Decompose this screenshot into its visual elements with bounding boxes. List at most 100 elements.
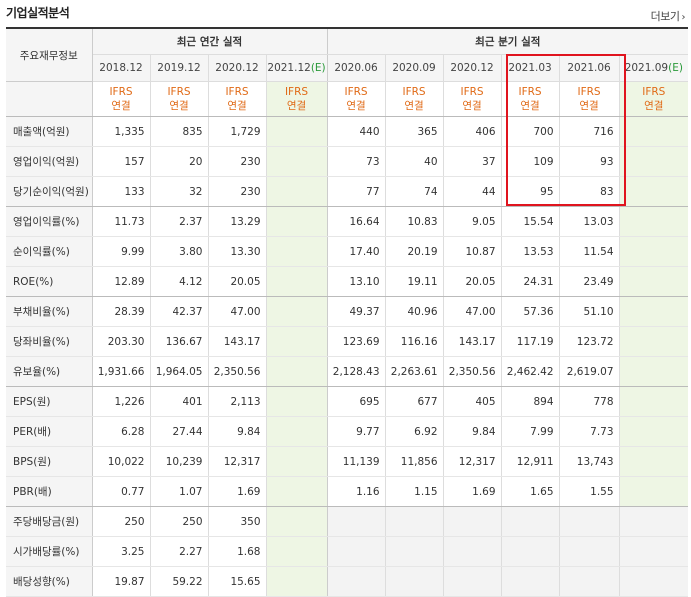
period-label: 2021.03 xyxy=(508,62,552,74)
period-label: 2021.12 xyxy=(267,62,311,74)
table-cell: 695 xyxy=(327,386,386,417)
table-cell: 406 xyxy=(443,116,502,147)
ifrs-cell: IFRS 연결 xyxy=(92,81,151,117)
table-cell: 24.31 xyxy=(501,266,560,297)
consolidated-label: 연결 xyxy=(520,100,540,112)
table-cell xyxy=(619,506,689,537)
ifrs-cell: IFRS 연결 xyxy=(150,81,209,117)
table-cell xyxy=(266,566,328,597)
table-row: 주당배당금(원) 250 250 350 xyxy=(6,506,689,537)
table-row: EPS(원) 1,226 401 2,113 695 677 405 894 778 xyxy=(6,386,689,417)
table-cell: 230 xyxy=(208,176,267,207)
table-cell: 1.16 xyxy=(327,476,386,507)
table-cell xyxy=(619,536,689,567)
table-cell: 350 xyxy=(208,506,267,537)
table-cell xyxy=(266,536,328,567)
table-cell: 93 xyxy=(559,146,620,177)
more-link[interactable]: 더보기 › xyxy=(651,8,686,24)
table-cell xyxy=(619,176,689,207)
table-cell xyxy=(266,356,328,387)
table-cell: 700 xyxy=(501,116,560,147)
table-cell: 40 xyxy=(385,146,444,177)
ifrs-label: IFRS xyxy=(577,86,601,98)
table-cell: 778 xyxy=(559,386,620,417)
row-label: PBR(배) xyxy=(6,476,93,507)
ifrs-row-label xyxy=(6,81,93,117)
table-cell: 13.53 xyxy=(501,236,560,267)
table-cell: 0.77 xyxy=(92,476,151,507)
period-label: 2021.06 xyxy=(567,62,611,74)
table-cell: 117.19 xyxy=(501,326,560,357)
ifrs-cell: IFRS 연결 xyxy=(619,81,689,117)
table-cell: 1.07 xyxy=(150,476,209,507)
table-cell: 1.55 xyxy=(559,476,620,507)
table-cell xyxy=(266,266,328,297)
table-cell xyxy=(266,476,328,507)
table-row: PER(배) 6.28 27.44 9.84 9.77 6.92 9.84 7.99 7.73 xyxy=(6,416,689,447)
financial-table-wrapper: 주요재무정보 최근 연간 실적 최근 분기 실적 2018.12 2019.12 2… xyxy=(6,27,689,597)
ifrs-cell: IFRS 연결 xyxy=(266,81,328,117)
table-cell xyxy=(385,506,444,537)
table-cell: 74 xyxy=(385,176,444,207)
table-cell: 44 xyxy=(443,176,502,207)
table-cell: 2,350.56 xyxy=(443,356,502,387)
ifrs-cell: IFRS 연결 xyxy=(327,81,386,117)
chevron-right-icon: › xyxy=(681,12,686,23)
table-cell: 716 xyxy=(559,116,620,147)
table-cell xyxy=(266,416,328,447)
table-row: 매출액(억원) 1,335 835 1,729 440 365 406 700 716 xyxy=(6,116,689,147)
period-label: 2020.09 xyxy=(392,62,436,74)
table-row: 당좌비율(%) 203.30 136.67 143.17 123.69 116.16 143… xyxy=(6,326,689,357)
table-cell: 9.84 xyxy=(208,416,267,447)
table-cell: 20.05 xyxy=(443,266,502,297)
ifrs-label: IFRS xyxy=(167,86,191,98)
table-cell xyxy=(619,146,689,177)
table-cell xyxy=(619,326,689,357)
period-header-quarterly-2021.06: 2021.06 xyxy=(559,54,620,82)
table-cell: 47.00 xyxy=(443,296,502,327)
table-cell: 12.89 xyxy=(92,266,151,297)
period-header-row: 2018.12 2019.12 2020.12 2021.12(E) 2020.06 20… xyxy=(6,54,689,82)
consolidated-label: 연결 xyxy=(346,100,366,112)
ifrs-cell: IFRS 연결 xyxy=(501,81,560,117)
table-cell: 12,317 xyxy=(208,446,267,477)
table-cell: 4.12 xyxy=(150,266,209,297)
table-cell: 13.30 xyxy=(208,236,267,267)
table-cell xyxy=(619,236,689,267)
table-cell: 10,022 xyxy=(92,446,151,477)
table-cell: 1.69 xyxy=(208,476,267,507)
period-label: 2019.12 xyxy=(157,62,201,74)
table-cell: 405 xyxy=(443,386,502,417)
ifrs-label: IFRS xyxy=(460,86,484,98)
row-label: 영업이익(억원) xyxy=(6,146,93,177)
table-cell: 3.25 xyxy=(92,536,151,567)
ifrs-row: IFRS 연결 IFRS 연결 IFRS 연결 IFRS 연결 IFRS 연결 IFRS 연결 IFRS… xyxy=(6,81,689,117)
consolidated-label: 연결 xyxy=(644,100,664,112)
table-cell xyxy=(266,236,328,267)
table-cell: 6.28 xyxy=(92,416,151,447)
table-cell: 230 xyxy=(208,146,267,177)
table-cell: 28.39 xyxy=(92,296,151,327)
table-cell: 15.65 xyxy=(208,566,267,597)
table-cell: 365 xyxy=(385,116,444,147)
table-cell: 2,113 xyxy=(208,386,267,417)
table-cell: 2,350.56 xyxy=(208,356,267,387)
table-cell: 123.69 xyxy=(327,326,386,357)
table-cell: 49.37 xyxy=(327,296,386,327)
table-cell: 47.00 xyxy=(208,296,267,327)
table-cell xyxy=(619,356,689,387)
table-cell xyxy=(619,476,689,507)
period-label: 2020.12 xyxy=(450,62,494,74)
period-header-annual-2021.12: 2021.12(E) xyxy=(266,54,328,82)
consolidated-label: 연결 xyxy=(579,100,599,112)
row-label: 주당배당금(원) xyxy=(6,506,93,537)
table-cell: 2,462.42 xyxy=(501,356,560,387)
table-cell: 143.17 xyxy=(443,326,502,357)
table-cell: 1,931.66 xyxy=(92,356,151,387)
row-label: 부채비율(%) xyxy=(6,296,93,327)
table-cell: 57.36 xyxy=(501,296,560,327)
table-cell: 1.68 xyxy=(208,536,267,567)
table-body: IFRS 연결 IFRS 연결 IFRS 연결 IFRS 연결 IFRS 연결 IFRS 연결 IFRS… xyxy=(6,81,689,597)
table-row: 당기순이익(억원) 133 32 230 77 74 44 95 83 xyxy=(6,176,689,207)
table-cell: 13.29 xyxy=(208,206,267,237)
